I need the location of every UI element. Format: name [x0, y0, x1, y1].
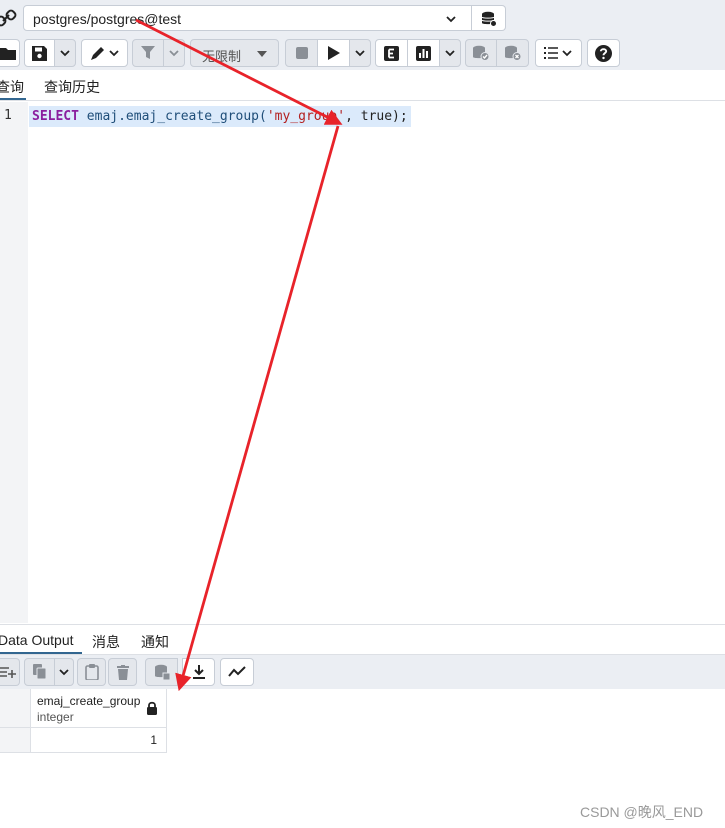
save-data-button[interactable] — [145, 658, 178, 686]
copy-icon — [32, 664, 46, 680]
save-button[interactable] — [24, 39, 55, 67]
row-limit-value: 无限制 — [202, 49, 242, 64]
watermark: CSDN @晚风_END — [580, 804, 704, 820]
help-button[interactable] — [587, 39, 620, 67]
active-results-tab-indicator — [0, 652, 82, 654]
save-data-icon — [154, 664, 170, 680]
tab-messages[interactable]: 消息 — [92, 632, 120, 652]
caret-down-icon — [257, 51, 267, 57]
explain-analyze-icon — [416, 45, 431, 61]
graph-visualiser-button[interactable] — [220, 658, 254, 686]
tab-data-output[interactable]: Data Output — [0, 632, 74, 648]
grid-corner — [0, 689, 31, 728]
copy-button[interactable] — [24, 658, 55, 686]
line-number: 1 — [4, 108, 12, 123]
chevron-down-icon — [59, 669, 69, 676]
edit-menu-button[interactable] — [81, 39, 128, 67]
chevron-down-icon — [355, 50, 365, 57]
filter-options-dropdown[interactable] — [163, 39, 185, 67]
sql-keyword: SELECT — [32, 109, 79, 124]
edit-pencil-icon — [90, 47, 119, 60]
download-icon — [192, 664, 205, 679]
chevron-down-icon — [169, 50, 179, 57]
results-toolbar — [0, 655, 725, 689]
add-row-icon — [0, 667, 16, 678]
connection-bar: postgres/postgres@test — [0, 0, 725, 36]
tab-query[interactable]: 查询 — [0, 77, 24, 97]
paste-button[interactable] — [77, 658, 106, 686]
delete-button[interactable] — [108, 658, 137, 686]
trash-icon — [116, 664, 129, 680]
connection-value: postgres/postgres@test — [33, 11, 182, 27]
new-connection-button[interactable] — [472, 5, 506, 31]
explain-icon — [384, 45, 399, 61]
chevron-down-icon — [445, 50, 455, 57]
add-row-button[interactable] — [0, 658, 20, 686]
rollback-button[interactable] — [496, 39, 529, 67]
editor-tabs: 查询 查询历史 — [0, 70, 725, 101]
play-icon — [327, 46, 340, 60]
commit-button[interactable] — [465, 39, 497, 67]
query-toolbar: 无限制 — [0, 36, 725, 70]
results-tabs: Data Output 消息 通知 — [0, 624, 725, 655]
open-folder-icon — [0, 48, 16, 60]
save-icon — [32, 45, 47, 61]
tab-notifications[interactable]: 通知 — [141, 632, 169, 652]
chevron-down-icon — [446, 16, 456, 23]
rollback-icon — [504, 45, 521, 61]
copy-options-dropdown[interactable] — [54, 658, 74, 686]
download-button[interactable] — [182, 658, 215, 686]
filter-icon — [141, 46, 155, 59]
paste-icon — [84, 664, 99, 680]
row-header[interactable] — [0, 728, 31, 753]
execute-options-dropdown[interactable] — [349, 39, 371, 67]
commit-icon — [473, 45, 490, 61]
connection-link-icon[interactable] — [0, 6, 18, 30]
column-header[interactable]: emaj_create_group integer — [31, 689, 167, 728]
save-options-dropdown[interactable] — [54, 39, 76, 67]
column-name: emaj_create_group — [37, 694, 141, 708]
tab-query-history[interactable]: 查询历史 — [44, 77, 100, 97]
line-chart-icon — [228, 666, 246, 677]
open-file-button[interactable] — [0, 39, 20, 67]
sql-function: emaj.emaj_create_group( — [86, 109, 267, 124]
macros-button[interactable] — [535, 39, 582, 67]
explain-analyze-button[interactable] — [407, 39, 440, 67]
column-type: integer — [37, 710, 74, 724]
filter-button[interactable] — [132, 39, 164, 67]
sql-tail: , true); — [345, 109, 408, 124]
row-limit-select[interactable]: 无限制 — [190, 39, 279, 67]
active-tab-indicator — [0, 98, 26, 100]
sql-string: 'my_group' — [266, 109, 346, 124]
connection-select[interactable]: postgres/postgres@test — [23, 5, 472, 31]
chevron-down-icon — [60, 50, 70, 57]
explain-options-dropdown[interactable] — [439, 39, 461, 67]
lock-icon — [147, 701, 157, 715]
sql-editor-line[interactable]: SELECT emaj.emaj_create_group('my_group'… — [29, 106, 411, 127]
macros-icon — [543, 47, 572, 59]
stop-icon — [295, 47, 308, 59]
annotation-arrow-2 — [175, 125, 340, 692]
table-cell[interactable]: 1 — [31, 728, 167, 753]
help-icon — [595, 44, 612, 62]
execute-button[interactable] — [317, 39, 350, 67]
explain-button[interactable] — [375, 39, 408, 67]
database-icon — [481, 11, 497, 27]
cell-value: 1 — [150, 733, 157, 747]
stop-button[interactable] — [285, 39, 318, 67]
editor-gutter — [0, 102, 28, 623]
